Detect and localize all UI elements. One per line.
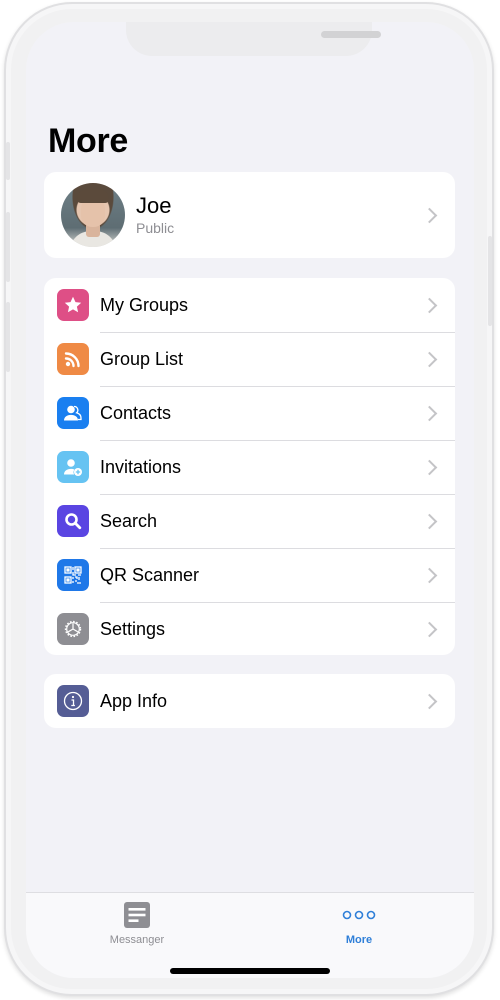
page-title: More bbox=[48, 122, 129, 160]
info-list: App Info bbox=[44, 674, 455, 728]
menu-item-label: Search bbox=[100, 510, 158, 531]
notch bbox=[126, 22, 381, 56]
profile-status: Public bbox=[136, 220, 175, 236]
chevron-right-icon bbox=[421, 405, 438, 421]
home-indicator[interactable] bbox=[170, 968, 330, 974]
menu-item-label: Group List bbox=[100, 348, 184, 369]
profile-card[interactable]: Joe Public bbox=[44, 172, 455, 258]
qr-code-icon bbox=[57, 559, 89, 591]
gear-icon bbox=[57, 613, 89, 645]
info-icon bbox=[57, 685, 89, 717]
chevron-right-icon bbox=[421, 621, 438, 637]
menu-item-contacts[interactable]: Contacts bbox=[44, 386, 455, 440]
profile-text: Joe Public bbox=[136, 193, 424, 237]
power-button bbox=[488, 236, 492, 326]
document-icon bbox=[124, 902, 150, 928]
tab-messanger[interactable]: Messanger bbox=[77, 901, 197, 946]
menu-item-label: Contacts bbox=[100, 402, 172, 423]
contacts-icon bbox=[57, 397, 89, 429]
tab-label: More bbox=[345, 934, 373, 946]
rss-feed-icon bbox=[57, 343, 89, 375]
profile-name: Joe bbox=[136, 193, 172, 218]
menu-item-invitations[interactable]: Invitations bbox=[44, 440, 455, 494]
chevron-right-icon bbox=[421, 297, 438, 313]
screen: More Joe Public My Groups Group List Con… bbox=[26, 22, 474, 978]
magnifier-icon bbox=[57, 505, 89, 537]
menu-item-group-list[interactable]: Group List bbox=[44, 332, 455, 386]
chevron-right-icon bbox=[421, 459, 438, 475]
chevron-right-icon bbox=[421, 693, 438, 709]
menu-item-qr-scanner[interactable]: QR Scanner bbox=[44, 548, 455, 602]
menu-item-label: Invitations bbox=[100, 456, 182, 477]
tab-bar: Messanger More bbox=[26, 892, 474, 978]
star-icon bbox=[57, 289, 89, 321]
volume-up-button bbox=[6, 212, 10, 282]
menu-item-label: QR Scanner bbox=[100, 564, 200, 585]
menu-item-label: Settings bbox=[100, 618, 166, 639]
menu-item-my-groups[interactable]: My Groups bbox=[44, 278, 455, 332]
speaker-grille bbox=[321, 31, 381, 38]
avatar-hair bbox=[77, 189, 109, 203]
volume-down-button bbox=[6, 302, 10, 372]
more-dots-icon bbox=[342, 910, 376, 920]
avatar bbox=[61, 183, 125, 247]
add-person-icon bbox=[57, 451, 89, 483]
tab-more[interactable]: More bbox=[299, 901, 419, 946]
tab-label: Messanger bbox=[109, 934, 165, 946]
menu-item-search[interactable]: Search bbox=[44, 494, 455, 548]
menu-item-label: App Info bbox=[100, 690, 168, 711]
menu-item-label: My Groups bbox=[100, 294, 189, 315]
chevron-right-icon bbox=[421, 567, 438, 583]
menu-item-app-info[interactable]: App Info bbox=[44, 674, 455, 728]
menu-item-settings[interactable]: Settings bbox=[44, 602, 455, 655]
mute-switch bbox=[6, 142, 10, 180]
chevron-right-icon bbox=[421, 513, 438, 529]
chevron-right-icon bbox=[421, 207, 438, 223]
chevron-right-icon bbox=[421, 351, 438, 367]
menu-list: My Groups Group List Contacts Invitation… bbox=[44, 278, 455, 655]
